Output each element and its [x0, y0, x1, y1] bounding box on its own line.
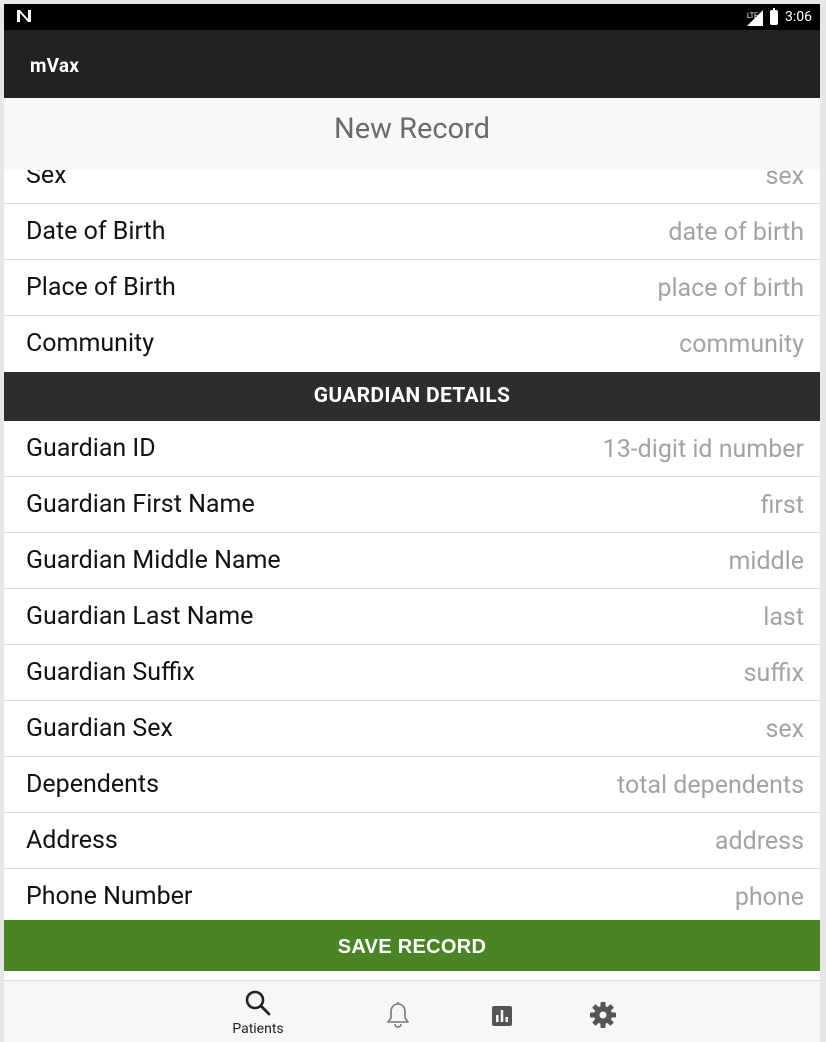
field-label: Guardian Sex — [26, 714, 173, 743]
dependents-input[interactable] — [374, 766, 804, 804]
field-label: Sex — [26, 170, 67, 190]
sex-input[interactable] — [374, 170, 804, 195]
field-label: Place of Birth — [26, 273, 176, 302]
save-record-label: SAVE RECORD — [337, 935, 487, 958]
form-row-guardian-suffix: Guardian Suffix — [4, 645, 820, 701]
community-input[interactable] — [374, 325, 804, 363]
form-scroll-area[interactable]: Sex Date of Birth Place of Birth Communi… — [4, 170, 820, 920]
guardian-suffix-input[interactable] — [374, 654, 804, 692]
address-input[interactable] — [374, 822, 804, 860]
search-icon — [245, 990, 271, 1016]
form-row-guardian-last-name: Guardian Last Name — [4, 589, 820, 645]
tab-notifications[interactable] — [358, 981, 438, 1042]
section-title: GUARDIAN DETAILS — [313, 384, 511, 408]
field-label: Guardian Suffix — [26, 658, 195, 687]
tab-patients[interactable]: Patients — [218, 981, 298, 1042]
form-row-dependents: Dependents — [4, 757, 820, 813]
tab-settings[interactable] — [563, 981, 643, 1042]
tab-reports[interactable] — [462, 981, 542, 1042]
place-of-birth-input[interactable] — [374, 269, 804, 307]
field-label: Phone Number — [26, 882, 193, 911]
battery-icon — [770, 7, 778, 25]
form-header: New Record — [4, 98, 820, 170]
bar-chart-icon — [492, 1006, 512, 1026]
form-row-sex: Sex — [4, 170, 820, 204]
guardian-details-header: GUARDIAN DETAILS — [4, 372, 820, 421]
form-row-guardian-first-name: Guardian First Name — [4, 477, 820, 533]
form-row-phone-number: Phone Number — [4, 869, 820, 920]
form-row-place-of-birth: Place of Birth — [4, 260, 820, 316]
phone-number-input[interactable] — [374, 878, 804, 916]
app-title: mVax — [30, 54, 80, 77]
guardian-last-name-input[interactable] — [374, 598, 804, 636]
field-label: Date of Birth — [26, 217, 166, 246]
guardian-sex-input[interactable] — [374, 710, 804, 748]
form-row-guardian-middle-name: Guardian Middle Name — [4, 533, 820, 589]
guardian-id-input[interactable] — [374, 430, 804, 468]
gear-icon — [590, 1002, 616, 1028]
tab-label: Patients — [232, 1021, 284, 1037]
date-of-birth-input[interactable] — [374, 213, 804, 251]
form-row-address: Address — [4, 813, 820, 869]
form-row-date-of-birth: Date of Birth — [4, 204, 820, 260]
guardian-middle-name-input[interactable] — [374, 542, 804, 580]
field-label: Guardian Middle Name — [26, 546, 281, 575]
field-label: Community — [26, 329, 155, 358]
notification-n-icon — [17, 10, 31, 22]
bell-icon — [387, 1002, 409, 1028]
page-title: New Record — [334, 112, 490, 146]
field-label: Address — [26, 826, 118, 855]
field-label: Guardian First Name — [26, 490, 255, 519]
device-screen: LTE 3:06 mVax New Record Sex Date of Bir… — [4, 4, 820, 1042]
save-record-button[interactable]: SAVE RECORD — [4, 920, 820, 971]
status-time: 3:06 — [785, 9, 812, 25]
form-row-community: Community — [4, 316, 820, 372]
field-label: Guardian ID — [26, 434, 156, 463]
app-bar: mVax — [4, 30, 820, 98]
bottom-tab-bar: Patients — [4, 980, 820, 1042]
guardian-first-name-input[interactable] — [374, 486, 804, 524]
field-label: Dependents — [26, 770, 160, 799]
form-row-guardian-sex: Guardian Sex — [4, 701, 820, 757]
form-row-guardian-id: Guardian ID — [4, 421, 820, 477]
field-label: Guardian Last Name — [26, 602, 254, 631]
status-bar: LTE 3:06 — [4, 4, 820, 30]
signal-icon: LTE — [745, 7, 765, 27]
